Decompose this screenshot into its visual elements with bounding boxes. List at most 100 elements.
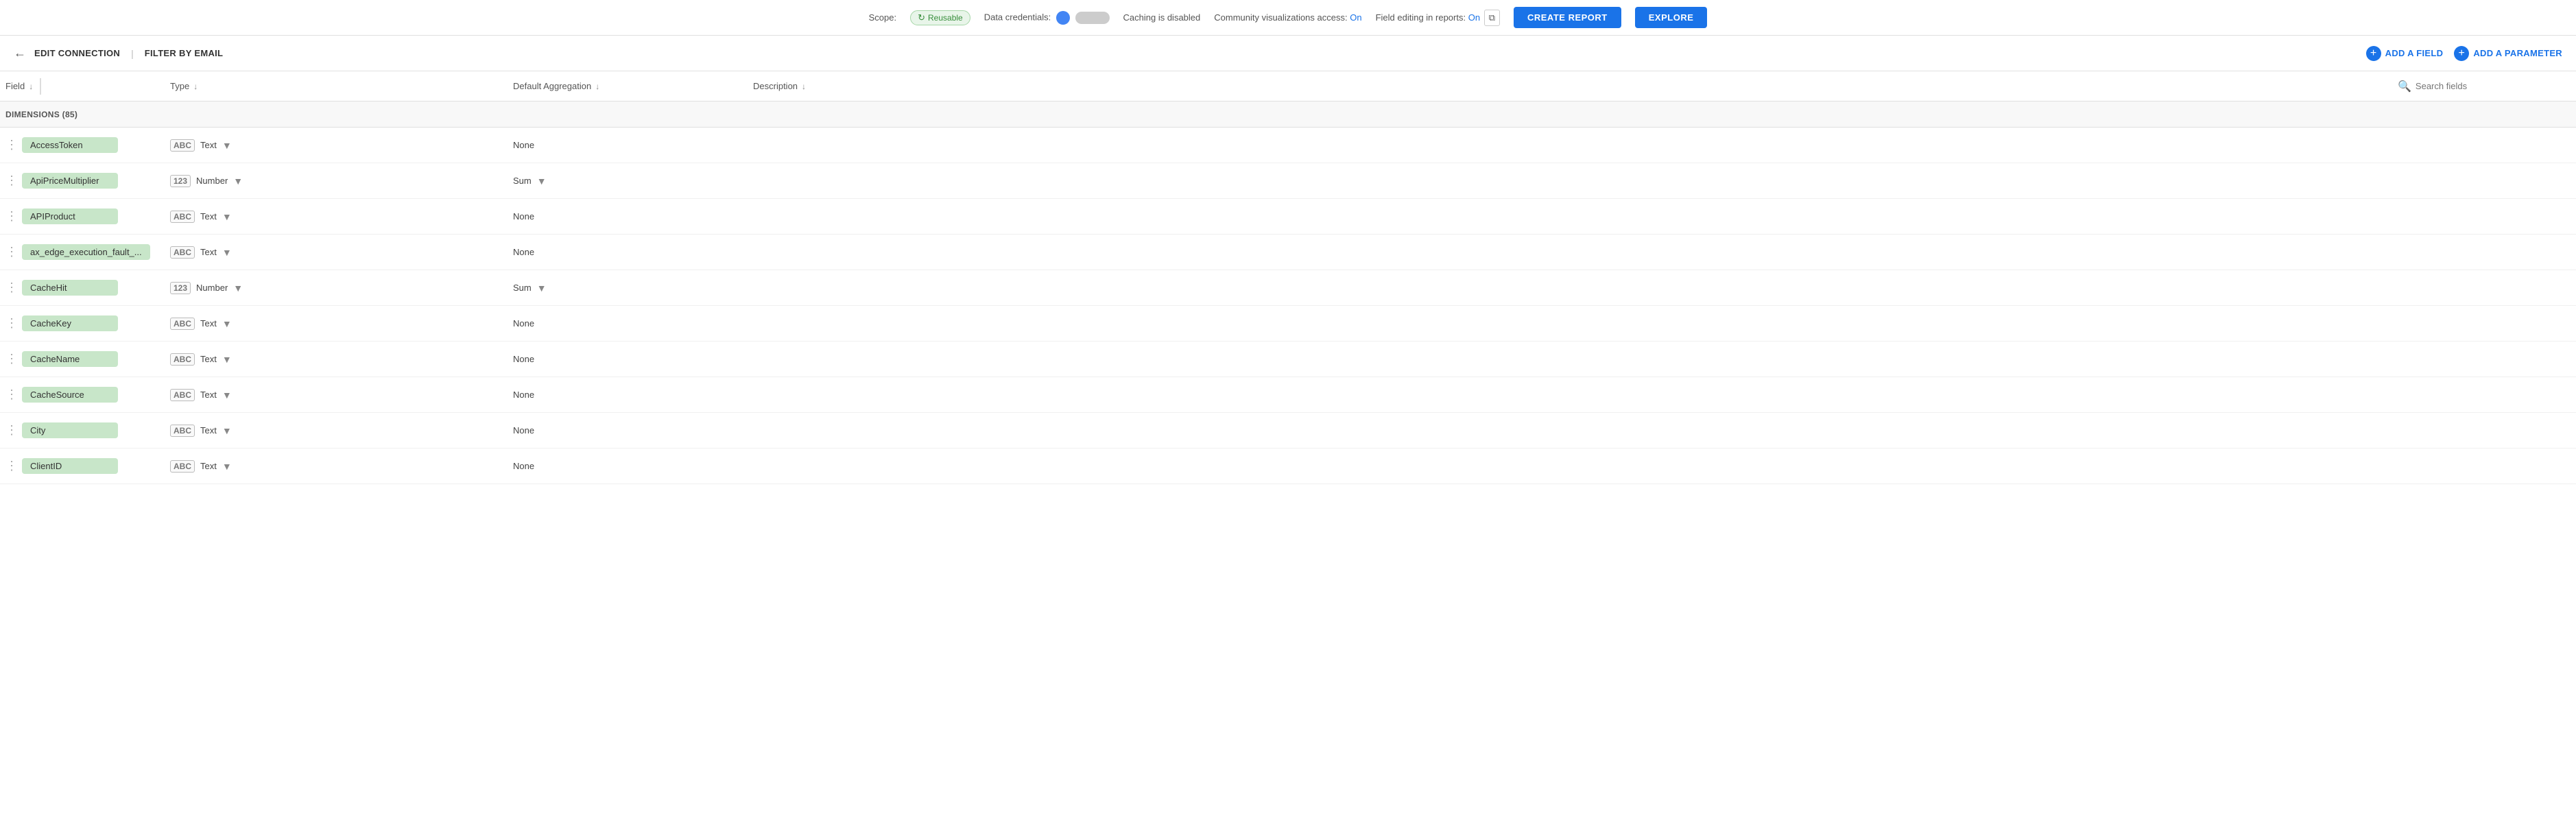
type-icon: 123 <box>170 282 191 294</box>
type-cell: ABC Text ▼ <box>170 389 513 401</box>
type-icon: ABC <box>170 353 195 366</box>
type-dropdown-icon[interactable]: ▼ <box>233 283 243 294</box>
type-icon: ABC <box>170 246 195 259</box>
more-icon[interactable]: ⋮ <box>5 459 18 473</box>
field-name-badge[interactable]: APIProduct <box>22 208 118 224</box>
field-name-badge[interactable]: AccessToken <box>22 137 118 153</box>
type-dropdown-icon[interactable]: ▼ <box>222 140 232 151</box>
agg-dropdown-icon[interactable]: ▼ <box>537 176 547 187</box>
field-column-header: Field ↓ <box>5 78 170 95</box>
type-dropdown-icon[interactable]: ▼ <box>233 176 243 187</box>
type-dropdown-icon[interactable]: ▼ <box>222 318 232 329</box>
type-text: Number <box>196 176 228 186</box>
community-on[interactable]: On <box>1350 12 1361 23</box>
search-input[interactable] <box>2416 81 2539 91</box>
type-dropdown-icon[interactable]: ▼ <box>222 461 232 472</box>
agg-cell: None <box>513 354 753 364</box>
field-cell: ⋮ AccessToken <box>5 137 170 153</box>
type-cell: ABC Text ▼ <box>170 246 513 259</box>
top-bar: Scope: ↻ Reusable Data credentials: Cach… <box>0 0 2576 36</box>
table-header: Field ↓ Type ↓ Default Aggregation ↓ Des… <box>0 71 2576 102</box>
agg-sort-icon[interactable]: ↓ <box>595 82 599 91</box>
type-cell: ABC Text ▼ <box>170 211 513 223</box>
agg-text: None <box>513 140 534 150</box>
type-text: Text <box>200 318 217 329</box>
create-report-button[interactable]: CREATE REPORT <box>1514 7 1621 28</box>
type-cell: ABC Text ▼ <box>170 425 513 437</box>
field-cell: ⋮ ax_edge_execution_fault_... <box>5 244 170 260</box>
type-sort-icon[interactable]: ↓ <box>193 82 198 91</box>
more-icon[interactable]: ⋮ <box>5 281 18 295</box>
type-text: Text <box>200 425 217 436</box>
edit-connection-button[interactable]: EDIT CONNECTION <box>34 48 120 58</box>
type-dropdown-icon[interactable]: ▼ <box>222 354 232 365</box>
field-sort-icon[interactable]: ↓ <box>29 82 33 91</box>
type-text: Text <box>200 461 217 471</box>
field-resize-handle[interactable] <box>38 78 41 95</box>
type-icon: 123 <box>170 175 191 187</box>
more-icon[interactable]: ⋮ <box>5 423 18 438</box>
field-cell: ⋮ CacheKey <box>5 315 170 331</box>
more-icon[interactable]: ⋮ <box>5 138 18 152</box>
type-dropdown-icon[interactable]: ▼ <box>222 247 232 258</box>
agg-text: None <box>513 354 534 364</box>
type-cell: ABC Text ▼ <box>170 460 513 473</box>
more-icon[interactable]: ⋮ <box>5 352 18 366</box>
agg-dropdown-icon[interactable]: ▼ <box>537 283 547 294</box>
more-icon[interactable]: ⋮ <box>5 174 18 188</box>
data-cred-avatar <box>1056 11 1070 25</box>
data-cred-toggle[interactable] <box>1075 12 1110 24</box>
field-editing-label: Field editing in reports: On ⧉ <box>1376 10 1500 26</box>
agg-cell: Sum ▼ <box>513 176 753 187</box>
add-parameter-button[interactable]: + ADD A PARAMETER <box>2454 46 2562 61</box>
field-editing-on[interactable]: On <box>1468 12 1480 23</box>
table-row: ⋮ ApiPriceMultiplier 123 Number ▼ Sum ▼ <box>0 163 2576 199</box>
field-name-badge[interactable]: CacheSource <box>22 387 118 403</box>
desc-sort-icon[interactable]: ↓ <box>802 82 806 91</box>
table-body: ⋮ AccessToken ABC Text ▼ None ⋮ ApiPrice… <box>0 128 2576 484</box>
field-name-badge[interactable]: CacheKey <box>22 315 118 331</box>
type-dropdown-icon[interactable]: ▼ <box>222 211 232 222</box>
add-field-button[interactable]: + ADD A FIELD <box>2366 46 2444 61</box>
type-text: Text <box>200 211 217 222</box>
table-row: ⋮ CacheName ABC Text ▼ None <box>0 342 2576 377</box>
more-icon[interactable]: ⋮ <box>5 387 18 402</box>
type-text: Text <box>200 390 217 400</box>
type-dropdown-icon[interactable]: ▼ <box>222 425 232 436</box>
type-text: Number <box>196 283 228 293</box>
second-bar: ← EDIT CONNECTION | FILTER BY EMAIL + AD… <box>0 36 2576 71</box>
field-name-badge[interactable]: CacheName <box>22 351 118 367</box>
type-dropdown-icon[interactable]: ▼ <box>222 390 232 401</box>
agg-cell: None <box>513 390 753 400</box>
dimensions-label: DIMENSIONS (85) <box>5 110 77 119</box>
type-cell: ABC Text ▼ <box>170 353 513 366</box>
more-icon[interactable]: ⋮ <box>5 316 18 331</box>
explore-button[interactable]: EXPLORE <box>1635 7 1708 28</box>
type-cell: ABC Text ▼ <box>170 139 513 152</box>
caching-label: Caching is disabled <box>1123 12 1201 23</box>
more-icon[interactable]: ⋮ <box>5 245 18 259</box>
field-name-badge[interactable]: City <box>22 422 118 438</box>
type-text: Text <box>200 354 217 364</box>
type-text: Text <box>200 247 217 257</box>
reusable-badge[interactable]: ↻ Reusable <box>910 10 970 25</box>
type-cell: 123 Number ▼ <box>170 175 513 187</box>
field-name-badge[interactable]: CacheHit <box>22 280 118 296</box>
field-name-badge[interactable]: ax_edge_execution_fault_... <box>22 244 150 260</box>
field-cell: ⋮ ApiPriceMultiplier <box>5 173 170 189</box>
type-col-label: Type <box>170 81 189 91</box>
add-param-icon: + <box>2454 46 2469 61</box>
agg-col-label: Default Aggregation <box>513 81 591 91</box>
type-column-header: Type ↓ <box>170 81 513 91</box>
filter-by-email-button[interactable]: FILTER BY EMAIL <box>145 48 224 58</box>
agg-text: Sum <box>513 176 532 186</box>
field-name-badge[interactable]: ClientID <box>22 458 118 474</box>
table-row: ⋮ CacheSource ABC Text ▼ None <box>0 377 2576 413</box>
search-icon: 🔍 <box>2398 80 2411 93</box>
more-icon[interactable]: ⋮ <box>5 209 18 224</box>
back-arrow-icon[interactable]: ← <box>14 46 26 60</box>
field-name-badge[interactable]: ApiPriceMultiplier <box>22 173 118 189</box>
table-row: ⋮ AccessToken ABC Text ▼ None <box>0 128 2576 163</box>
copy-icon-button[interactable]: ⧉ <box>1484 10 1500 26</box>
agg-text: None <box>513 247 534 257</box>
